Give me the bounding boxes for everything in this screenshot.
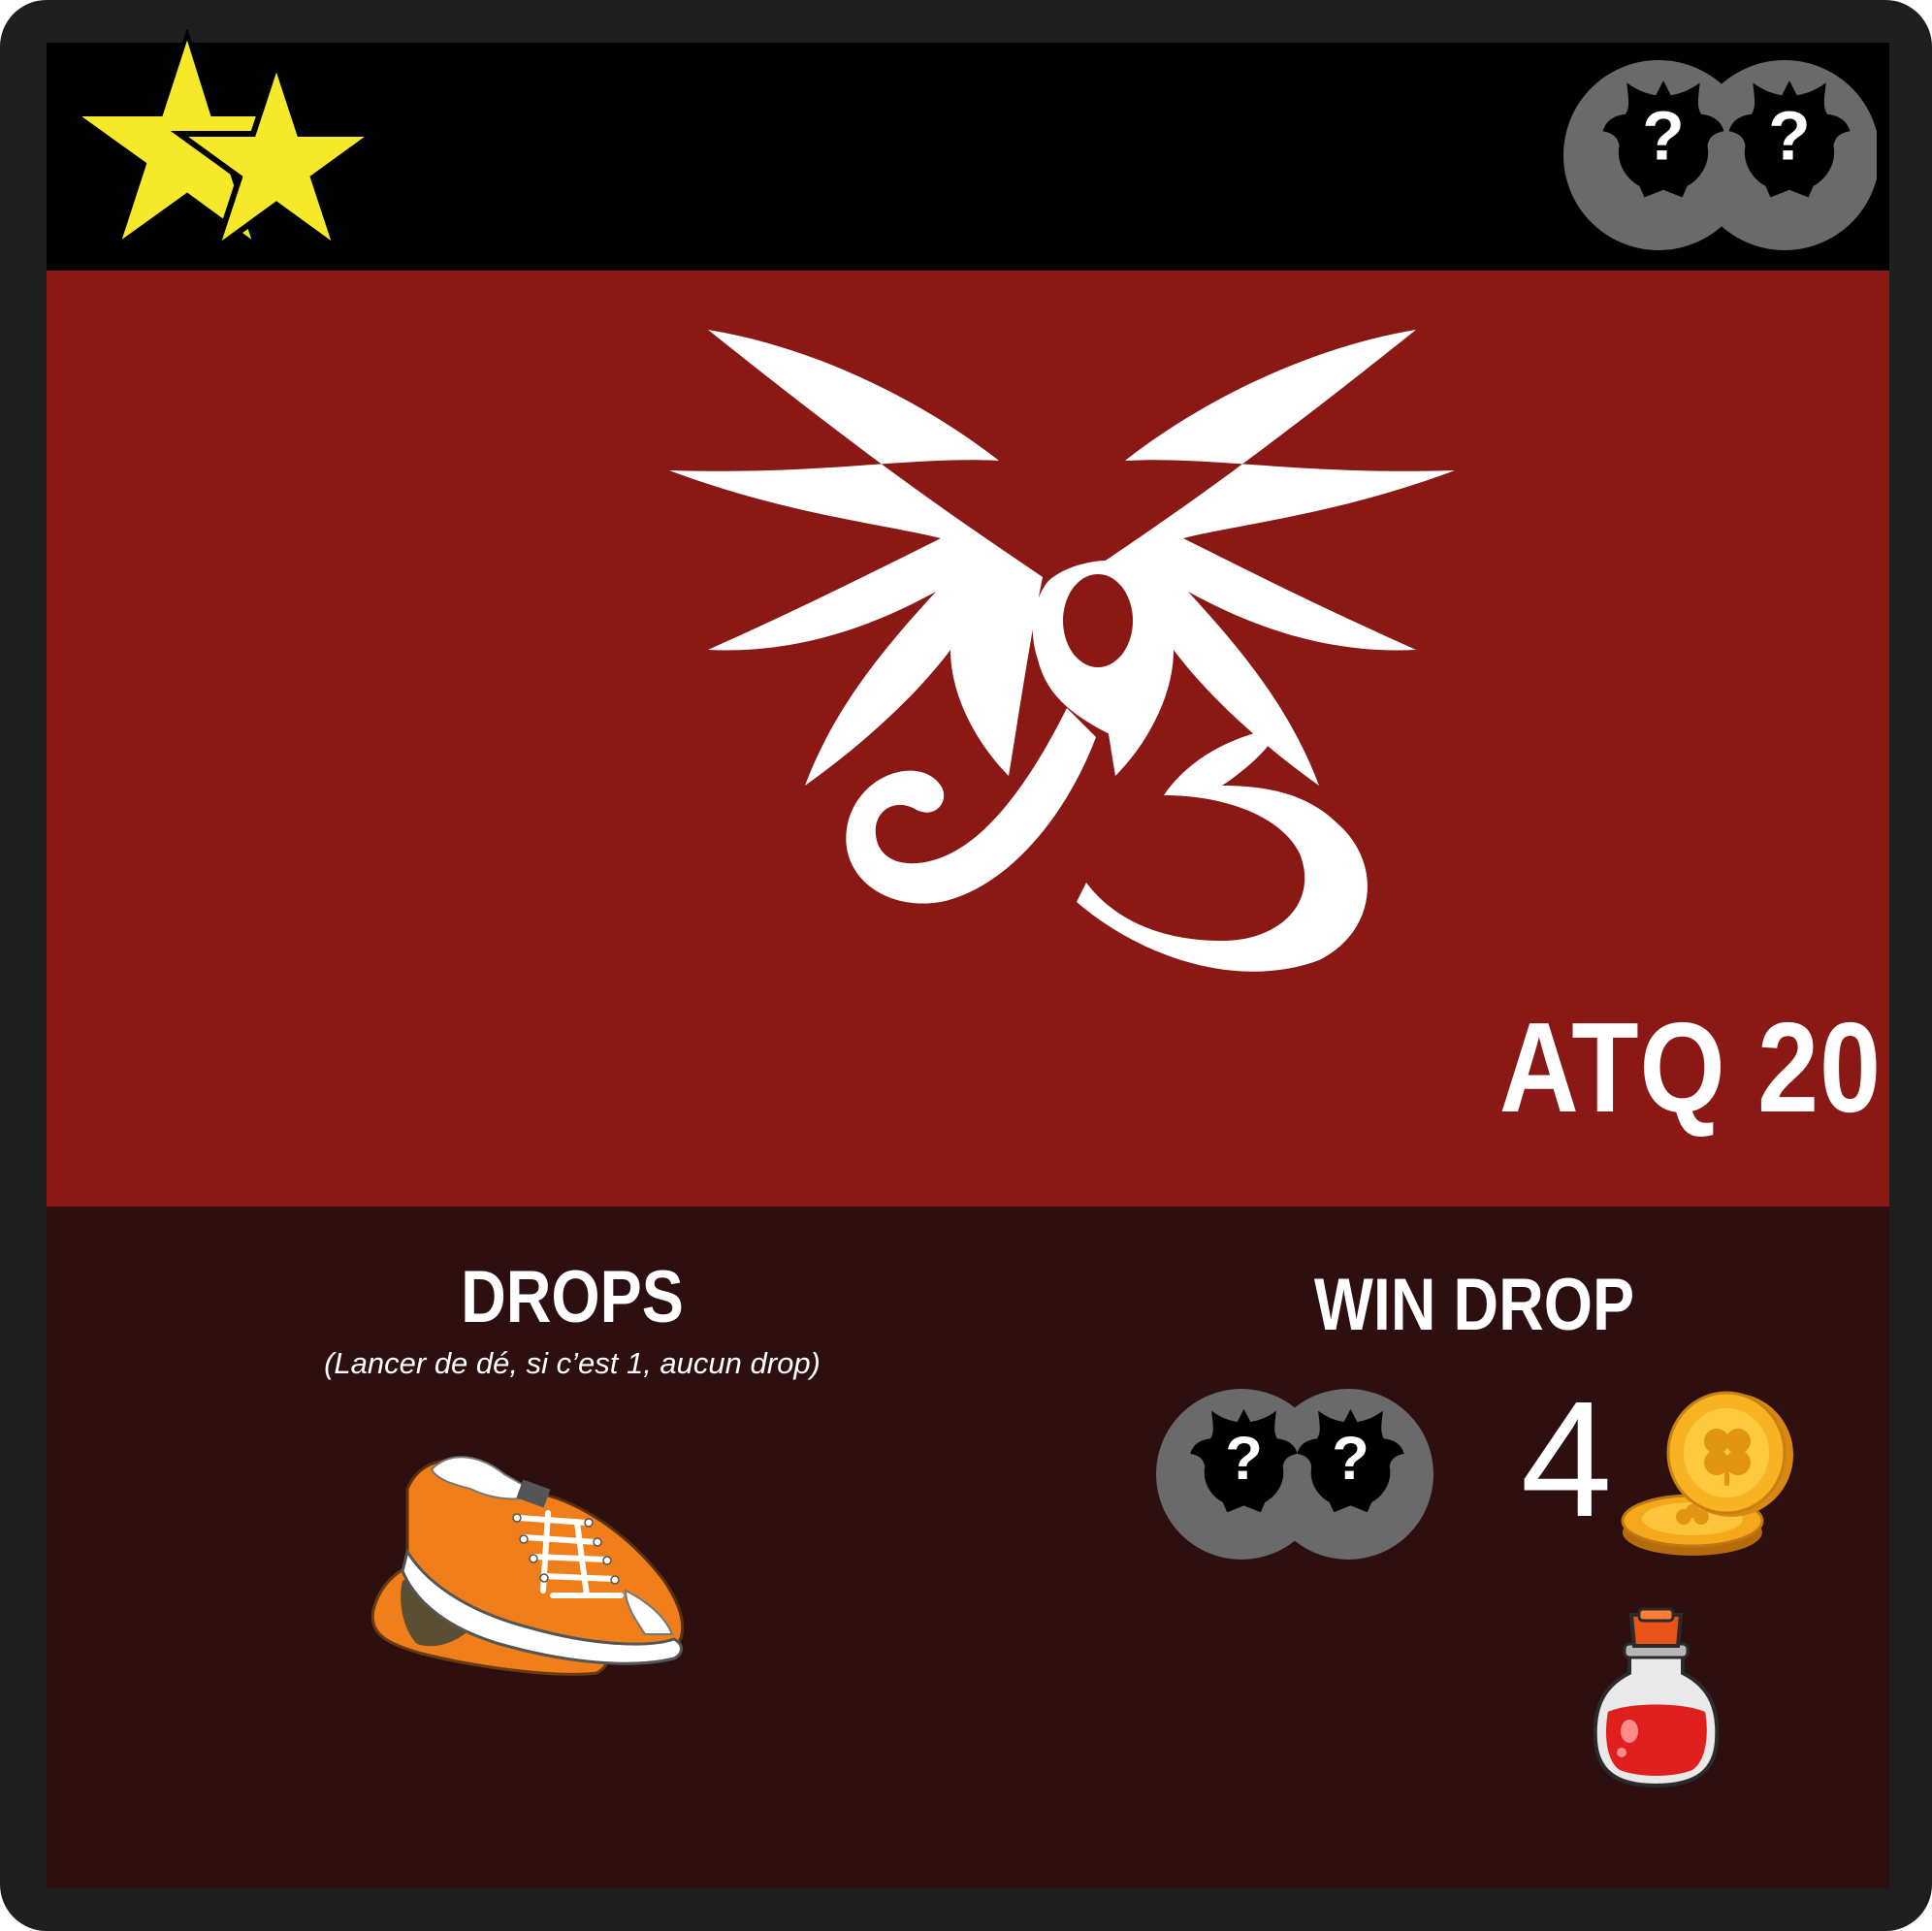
monster-card[interactable]: ? ATQ 20 DROPS (Lancer de dé, si c’est 1… [0,0,1932,1931]
rarity-stars [82,29,383,252]
win-drop-badges [1156,1389,1433,1560]
orange-sneaker-icon [370,1456,685,1676]
red-potion-icon [1593,1607,1720,1788]
gold-clover-coin-icon [1621,1391,1793,1556]
win-drop-title: WIN DROP [1313,1264,1635,1346]
drops-subtitle: (Lancer de dé, si c’est 1, aucun drop) [324,1346,821,1380]
star-icon [170,53,383,252]
enemy-type-badges: ? [1563,60,1877,250]
drops-title: DROPS [461,1256,684,1338]
winged-tribal-emblem-icon [669,330,1455,972]
coin-count: 4 [1520,1368,1613,1552]
attack-value: ATQ 20 [1498,996,1882,1139]
